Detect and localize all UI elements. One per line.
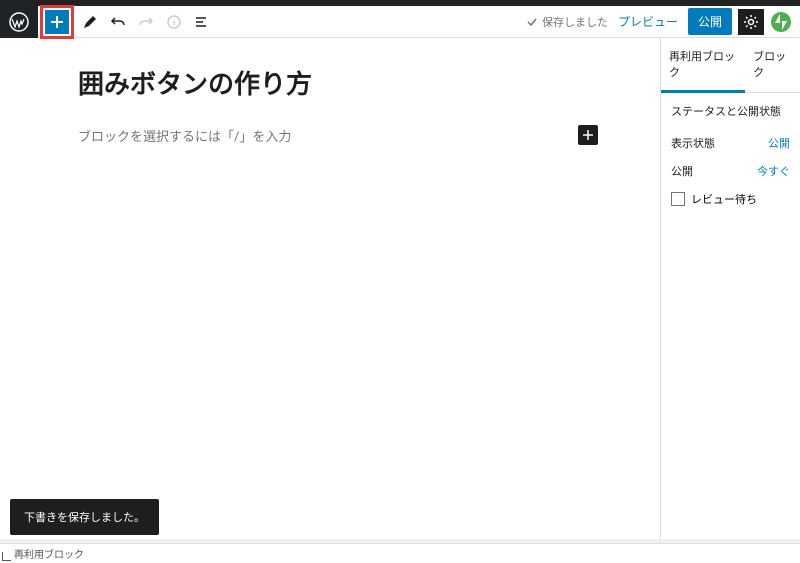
- outline-icon[interactable]: [190, 10, 214, 34]
- main-content: 囲みボタンの作り方 ブロックを選択するには「/」を入力 再利用ブロック ブロック…: [0, 38, 800, 539]
- inline-add-block-button[interactable]: [578, 125, 598, 145]
- status-panel-title[interactable]: ステータスと公開状態: [661, 93, 800, 129]
- block-appender-row: ブロックを選択するには「/」を入力: [78, 125, 598, 145]
- footer-breadcrumb[interactable]: 再利用ブロック: [0, 543, 800, 563]
- pending-review-row[interactable]: レビュー待ち: [661, 185, 800, 213]
- publish-value[interactable]: 今すぐ: [757, 163, 790, 179]
- block-placeholder[interactable]: ブロックを選択するには「/」を入力: [78, 126, 291, 145]
- jetpack-button[interactable]: [768, 9, 794, 35]
- editor-toolbar: 保存しました プレビュー 公開: [0, 6, 800, 38]
- publish-button[interactable]: 公開: [688, 8, 732, 35]
- save-status: 保存しました: [526, 14, 608, 30]
- publish-row: 公開 今すぐ: [661, 157, 800, 185]
- snackbar[interactable]: 下書きを保存しました。: [10, 499, 159, 535]
- info-icon[interactable]: [162, 10, 186, 34]
- gear-icon: [743, 14, 759, 30]
- add-block-highlight: [40, 5, 74, 39]
- editor-area[interactable]: 囲みボタンの作り方 ブロックを選択するには「/」を入力: [0, 38, 660, 539]
- settings-button[interactable]: [738, 9, 764, 35]
- undo-icon[interactable]: [106, 10, 130, 34]
- edit-icon[interactable]: [78, 10, 102, 34]
- check-icon: [526, 16, 538, 28]
- visibility-label: 表示状態: [671, 135, 715, 151]
- save-status-text: 保存しました: [542, 14, 608, 30]
- tab-reusable-block[interactable]: 再利用ブロック: [661, 38, 745, 93]
- preview-button[interactable]: プレビュー: [618, 13, 678, 30]
- settings-sidebar: 再利用ブロック ブロック ステータスと公開状態 表示状態 公開 公開 今すぐ レ…: [660, 38, 800, 539]
- publish-label: 公開: [671, 163, 693, 179]
- visibility-value[interactable]: 公開: [768, 135, 790, 151]
- post-title[interactable]: 囲みボタンの作り方: [78, 64, 598, 101]
- sidebar-tabs: 再利用ブロック ブロック: [661, 38, 800, 93]
- redo-icon[interactable]: [134, 10, 158, 34]
- visibility-row: 表示状態 公開: [661, 129, 800, 157]
- plus-icon: [582, 129, 594, 141]
- pending-review-label: レビュー待ち: [691, 191, 757, 207]
- jetpack-icon: [770, 11, 792, 33]
- tab-block[interactable]: ブロック: [745, 38, 800, 92]
- wordpress-logo[interactable]: [0, 6, 38, 38]
- pending-review-checkbox[interactable]: [671, 192, 685, 206]
- add-block-button[interactable]: [45, 10, 69, 34]
